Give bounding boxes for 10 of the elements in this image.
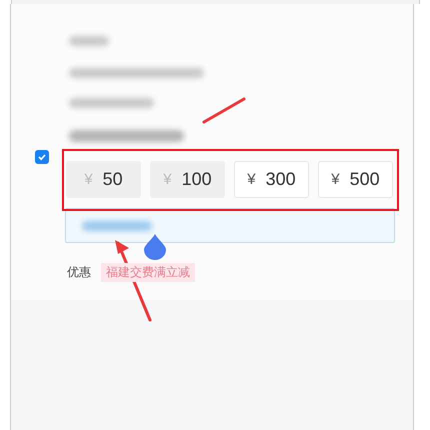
check-icon [37, 152, 47, 162]
amount-button[interactable]: ¥ 500 [318, 161, 393, 198]
amount-button[interactable]: ¥ 300 [234, 161, 309, 198]
checkbox[interactable] [35, 150, 49, 164]
blurred-text [82, 220, 152, 230]
discount-tag: 福建交费满立减 [101, 263, 195, 282]
text-cursor-handle[interactable] [144, 234, 166, 260]
discount-label: 优惠 [67, 264, 91, 281]
blurred-text [69, 36, 109, 46]
input-field[interactable] [65, 208, 395, 243]
